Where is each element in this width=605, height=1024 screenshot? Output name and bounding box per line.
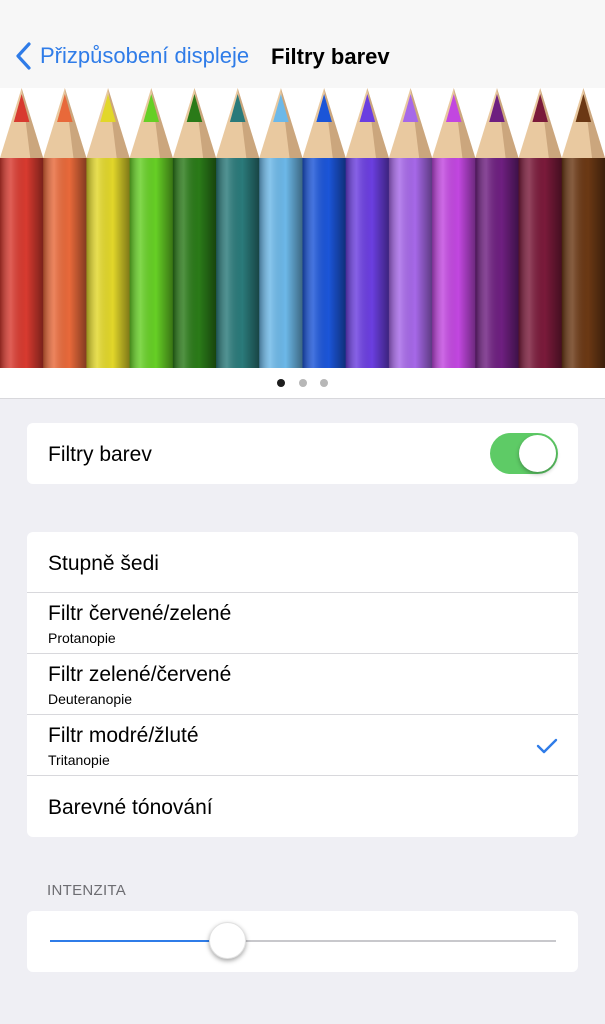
filter-option-sublabel: Tritanopie [48, 752, 110, 768]
pencil [432, 88, 476, 368]
color-filters-toggle-group: Filtry barev [27, 423, 578, 484]
pencil [561, 88, 605, 368]
filter-options-list: Stupně šedi Filtr červené/zelené Protano… [27, 532, 578, 837]
color-preview-carousel[interactable] [0, 88, 605, 368]
filter-option-label: Stupně šedi [48, 552, 159, 575]
page-dot-1[interactable] [277, 379, 285, 387]
intensity-slider-fill [50, 940, 228, 942]
filter-option-sublabel: Deuteranopie [48, 691, 133, 707]
filter-option-label: Barevné tónování [48, 796, 213, 819]
pencil [388, 88, 433, 368]
page-dot-3[interactable] [320, 379, 328, 387]
filter-option-protanopia[interactable]: Filtr červené/zelené Protanopie [27, 593, 578, 654]
pencil [129, 88, 174, 368]
filter-option-tritanopia[interactable]: Filtr modré/žluté Tritanopie [27, 715, 578, 776]
color-filters-label: Filtry barev [48, 443, 152, 466]
back-button[interactable]: Přizpůsobení displeje [14, 40, 249, 72]
pencil [475, 88, 520, 368]
color-filters-toggle[interactable] [490, 433, 558, 474]
pencil [259, 88, 303, 368]
page-indicator[interactable] [0, 368, 605, 399]
pencil [43, 88, 87, 368]
intensity-slider-thumb[interactable] [208, 922, 246, 959]
filter-option-color-tint[interactable]: Barevné tónování [27, 776, 578, 837]
filter-option-label: Filtr červené/zelené [48, 602, 232, 625]
filter-option-sublabel: Protanopie [48, 630, 116, 646]
chevron-left-icon [16, 42, 31, 70]
pencil [86, 88, 131, 368]
navigation-bar: Přizpůsobení displeje Filtry barev [0, 0, 605, 89]
color-filters-row[interactable]: Filtry barev [27, 423, 578, 484]
pencil [216, 88, 260, 368]
pencil [518, 88, 563, 368]
checkmark-icon [536, 738, 558, 754]
filter-option-deuteranopia[interactable]: Filtr zelené/červené Deuteranopie [27, 654, 578, 715]
intensity-section-header: INTENZITA [47, 882, 127, 899]
filter-option-label: Filtr modré/žluté [48, 724, 199, 747]
pencil [172, 88, 217, 368]
page-dot-2[interactable] [299, 379, 307, 387]
filter-option-label: Filtr zelené/červené [48, 663, 232, 686]
filter-option-grayscale[interactable]: Stupně šedi [27, 532, 578, 593]
back-button-label: Přizpůsobení displeje [40, 43, 250, 68]
pencil [0, 88, 44, 368]
pencil [302, 88, 347, 368]
page-title: Filtry barev [271, 44, 390, 69]
pencils-image [0, 88, 605, 368]
pencil [345, 88, 390, 368]
intensity-slider-card [27, 911, 578, 972]
toggle-knob [519, 435, 556, 472]
intensity-slider-track[interactable] [50, 940, 556, 942]
